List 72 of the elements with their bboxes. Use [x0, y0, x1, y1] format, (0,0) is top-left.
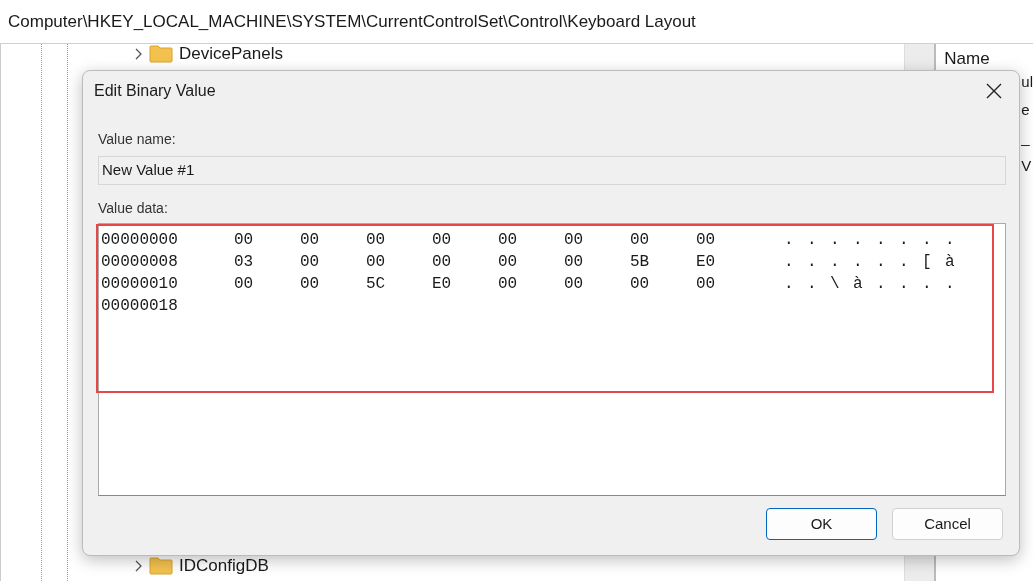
hex-byte: 00 [498, 230, 519, 251]
ascii-char: [ [922, 252, 933, 273]
hex-byte: 00 [696, 274, 717, 295]
column-header[interactable]: Name [936, 44, 1033, 72]
ascii-char: . [853, 230, 864, 251]
ascii-char: . [945, 230, 956, 251]
list-item-text: e [1021, 102, 1030, 118]
ascii-char: . [784, 274, 795, 295]
hex-byte: 03 [234, 252, 255, 273]
hex-byte: E0 [432, 274, 453, 295]
dialog-title: Edit Binary Value [94, 81, 216, 101]
ascii-char: à [945, 252, 956, 273]
hex-byte: 00 [300, 230, 321, 251]
ascii-char: . [784, 230, 795, 251]
ascii-char: . [899, 230, 910, 251]
ascii-char: . [807, 230, 818, 251]
hex-byte: 00 [630, 274, 651, 295]
hex-byte: 00 [564, 230, 585, 251]
ascii-char: \ [830, 274, 841, 295]
tree-item[interactable]: DevicePanels [179, 41, 283, 67]
hex-address: 00000008 [101, 252, 179, 273]
ascii-char: . [853, 252, 864, 273]
hex-byte: 00 [366, 230, 387, 251]
hex-editor[interactable]: 00000000 00 00 00 00 00 00 00 00 . . . . . . . . 00000008 03 00 00 00 00 00 5B E0 . . . . . . [ à 00000010 00 00 5C E0 00 00 00 00 . . \ à . . . . 00000018 [98, 223, 1006, 496]
folder-icon [149, 45, 173, 63]
ascii-char: . [945, 274, 956, 295]
hex-byte: 00 [498, 274, 519, 295]
tree-item[interactable]: IDConfigDB [179, 553, 269, 579]
chevron-icon[interactable] [133, 48, 143, 60]
list-item-text: ul [1021, 74, 1033, 90]
hex-address: 00000010 [101, 274, 179, 295]
hex-byte: 00 [630, 230, 651, 251]
ascii-char: . [830, 252, 841, 273]
ascii-char: . [807, 274, 818, 295]
value-name-field[interactable]: New Value #1 [98, 156, 1006, 185]
field-label: Value name: [98, 130, 177, 149]
ascii-char: . [876, 252, 887, 273]
hex-byte: 00 [498, 252, 519, 273]
ascii-char: . [807, 252, 818, 273]
hex-byte: 00 [432, 230, 453, 251]
ascii-char: . [784, 252, 795, 273]
ascii-char: . [830, 230, 841, 251]
hex-address: 00000018 [101, 296, 179, 317]
list-item-text: V [1021, 158, 1032, 174]
hex-byte: 00 [300, 274, 321, 295]
ascii-char: . [922, 230, 933, 251]
hex-byte: 00 [234, 274, 255, 295]
chevron-icon[interactable] [133, 560, 143, 572]
folder-icon [149, 557, 173, 575]
ascii-char: . [876, 274, 887, 295]
hex-byte: 00 [366, 252, 387, 273]
hex-byte: E0 [696, 252, 717, 273]
hex-address: 00000000 [101, 230, 179, 251]
hex-byte: 5C [366, 274, 387, 295]
ascii-char: à [853, 274, 864, 295]
hex-byte: 00 [564, 252, 585, 273]
ascii-char: . [899, 274, 910, 295]
hex-byte: 00 [432, 252, 453, 273]
close-icon[interactable] [986, 83, 1002, 99]
ascii-char: . [922, 274, 933, 295]
ascii-char: . [876, 230, 887, 251]
dialog-button[interactable]: OK [766, 508, 877, 540]
hex-byte: 00 [696, 230, 717, 251]
hex-byte: 00 [300, 252, 321, 273]
list-item-text: _ [1021, 130, 1030, 146]
hex-byte: 5B [630, 252, 651, 273]
hex-byte: 00 [564, 274, 585, 295]
ascii-char: . [899, 252, 910, 273]
field-label: Value data: [98, 199, 169, 218]
dialog-button[interactable]: Cancel [892, 508, 1003, 540]
address-path[interactable]: Computer\HKEY_LOCAL_MACHINE\SYSTEM\CurrentControlSet\Control\Keyboard Layout [8, 8, 696, 35]
hex-byte: 00 [234, 230, 255, 251]
